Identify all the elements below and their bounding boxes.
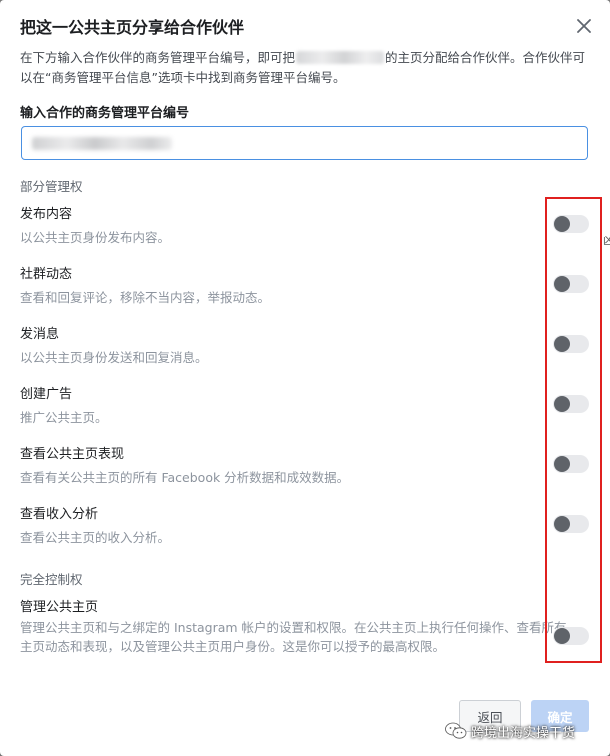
permission-desc-revenue-insights: 查看公共主页的收入分析。 — [20, 530, 171, 545]
close-icon — [577, 19, 591, 33]
section-full-control: 完全控制权 — [20, 572, 83, 587]
permission-desc-messages: 以公共主页身份发送和回复消息。 — [20, 350, 208, 365]
dialog-intro: 在下方输入合作伙伴的商务管理平台编号，即可把 的主页分配给合作伙伴。合作伙伴可以在… — [20, 48, 592, 88]
close-button[interactable] — [572, 14, 596, 38]
toggle-highlight-box — [545, 197, 602, 663]
permission-desc-community-activity: 查看和回复评论，移除不当内容，举报动态。 — [20, 290, 271, 305]
permission-name-community-activity: 社群动态 — [20, 267, 73, 282]
wechat-icon — [445, 722, 467, 739]
redacted-page-name — [296, 51, 385, 64]
business-id-input[interactable] — [21, 126, 588, 160]
redacted-business-id — [32, 137, 172, 150]
permission-desc-post-content: 以公共主页身份发布内容。 — [20, 230, 171, 245]
permission-desc-view-insights: 查看有关公共主页的所有 Facebook 分析数据和成效数据。 — [20, 470, 350, 485]
permission-desc-create-ads: 推广公共主页。 — [20, 410, 108, 425]
edge-text: 凶 — [603, 234, 610, 247]
permission-name-post-content: 发布内容 — [20, 207, 73, 222]
business-id-label: 输入合作的商务管理平台编号 — [20, 106, 190, 121]
share-page-dialog: 把这一公共主页分享给合作伙伴 在下方输入合作伙伴的商务管理平台编号，即可把 的主页… — [0, 0, 610, 756]
permission-name-create-ads: 创建广告 — [20, 387, 73, 402]
permission-desc-manage-page: 管理公共主页和与之绑定的 Instagram 帐户的设置和权限。在公共主页上执行… — [20, 620, 567, 654]
permission-name-manage-page: 管理公共主页 — [20, 600, 99, 615]
intro-text-part1: 在下方输入合作伙伴的商务管理平台编号，即可把 — [20, 50, 296, 65]
watermark: 跨境出海实操干货 — [445, 720, 575, 742]
permission-name-messages: 发消息 — [20, 327, 60, 342]
dialog-title: 把这一公共主页分享给合作伙伴 — [20, 18, 245, 37]
permission-name-view-insights: 查看公共主页表现 — [20, 447, 125, 462]
watermark-text: 跨境出海实操干货 — [471, 725, 576, 741]
section-partial-access: 部分管理权 — [20, 179, 83, 194]
permission-name-revenue-insights: 查看收入分析 — [20, 507, 99, 522]
